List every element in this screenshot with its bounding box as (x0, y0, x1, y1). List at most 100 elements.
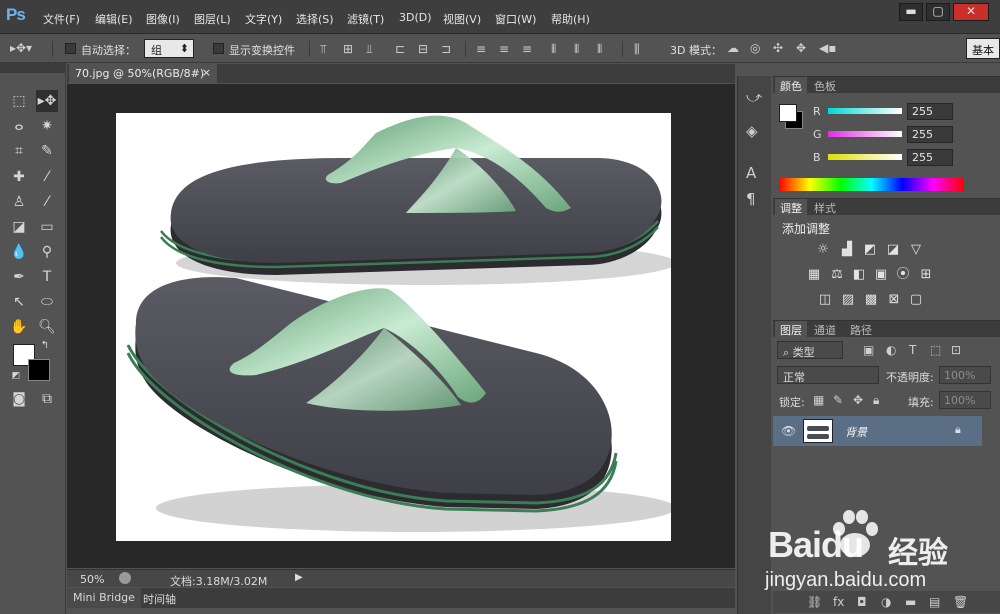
new-layer-icon[interactable]: ▤ (929, 595, 940, 609)
filter-adjustment-icon[interactable]: ◐ (886, 343, 896, 357)
character-panel-icon[interactable]: A (746, 164, 756, 182)
3d-orbit-icon[interactable]: ☁ (727, 41, 739, 55)
menu-file[interactable]: 文件(F) (43, 11, 80, 27)
layer-filter-dropdown[interactable]: ⌕ 类型 (777, 341, 843, 359)
image-canvas[interactable] (116, 113, 671, 541)
marquee-tool-icon[interactable]: ⬚ (8, 90, 30, 112)
link-layers-icon[interactable]: ⛓ (807, 595, 822, 609)
auto-select-checkbox[interactable] (65, 43, 76, 54)
status-menu-arrow-icon[interactable]: ▶ (295, 572, 303, 583)
green-slider[interactable] (828, 131, 902, 137)
blue-slider[interactable] (828, 154, 902, 160)
lock-all-icon[interactable]: 🔒︎ (873, 393, 879, 408)
3d-panel-icon[interactable]: ◈ (746, 122, 758, 140)
align-vcenter-icon[interactable]: ⊞ (343, 42, 353, 56)
red-slider[interactable] (828, 108, 902, 114)
channel-mixer-icon[interactable]: ⦿ (895, 268, 911, 282)
add-mask-icon[interactable]: ◘ (857, 595, 867, 609)
menu-help[interactable]: 帮助(H) (551, 11, 590, 27)
hand-tool-icon[interactable]: ✋ (8, 316, 30, 338)
clone-stamp-tool-icon[interactable]: ♙ (8, 191, 30, 213)
swap-colors-icon[interactable]: ↰ (38, 339, 52, 353)
align-top-icon[interactable]: ⫪ (320, 42, 327, 57)
filter-shape-icon[interactable]: ⬚ (930, 343, 941, 357)
menu-edit[interactable]: 编辑(E) (95, 11, 133, 27)
opacity-input[interactable]: 100% (939, 366, 991, 384)
filter-type-icon[interactable]: T (909, 343, 916, 357)
distribute-right-icon[interactable]: ⦀ (597, 42, 602, 57)
tab-color[interactable]: 颜色 (775, 77, 807, 93)
color-spectrum-ramp[interactable] (779, 178, 964, 191)
3d-pan-icon[interactable]: ✣ (773, 41, 783, 55)
status-info-icon[interactable] (119, 572, 131, 584)
threshold-icon[interactable]: ▩ (863, 293, 879, 307)
red-value-input[interactable]: 255 (907, 103, 953, 120)
gradient-map-icon[interactable]: ⊠ (886, 293, 902, 307)
lock-pixels-icon[interactable]: ✎ (833, 393, 843, 407)
document-tab[interactable]: 70.jpg @ 50%(RGB/8#) × (69, 64, 217, 83)
levels-icon[interactable]: ▟ (839, 243, 855, 257)
vibrance-icon[interactable]: ▽ (908, 243, 924, 257)
type-tool-icon[interactable]: T (36, 266, 58, 288)
menu-window[interactable]: 窗口(W) (495, 11, 536, 27)
brightness-contrast-icon[interactable]: ☼ (815, 243, 831, 257)
maximize-button[interactable]: ▢ (926, 3, 950, 21)
align-bottom-icon[interactable]: ⫫ (366, 42, 373, 57)
lock-position-icon[interactable]: ✥ (853, 393, 863, 407)
default-colors-icon[interactable]: ◩ (9, 369, 23, 383)
brush-tool-icon[interactable]: ⁄ (36, 166, 58, 188)
close-button[interactable]: ✕ (953, 3, 989, 21)
close-tab-icon[interactable]: × (202, 66, 211, 79)
lasso-tool-icon[interactable]: ⴰ (8, 115, 30, 137)
path-selection-tool-icon[interactable]: ↖ (8, 291, 30, 313)
show-transform-checkbox[interactable] (213, 43, 224, 54)
invert-icon[interactable]: ◫ (817, 293, 833, 307)
move-tool-icon[interactable]: ▸✥ (36, 90, 58, 112)
menu-3d[interactable]: 3D(D) (399, 11, 432, 24)
distribute-top-icon[interactable]: ≡ (476, 42, 486, 56)
gradient-tool-icon[interactable]: ▭ (36, 216, 58, 238)
layer-name[interactable]: 背景 (845, 424, 867, 440)
blend-mode-dropdown[interactable]: 正常 (777, 366, 879, 384)
tab-paths[interactable]: 路径 (845, 321, 877, 337)
tab-mini-bridge[interactable]: Mini Bridge (67, 588, 141, 608)
healing-brush-tool-icon[interactable]: ✚ (8, 166, 30, 188)
3d-roll-icon[interactable]: ◎ (750, 41, 760, 55)
filter-pixel-icon[interactable]: ▣ (863, 343, 874, 357)
align-left-icon[interactable]: ⊏ (395, 42, 405, 56)
black-white-icon[interactable]: ◧ (851, 268, 867, 282)
menu-select[interactable]: 选择(S) (296, 11, 334, 27)
3d-slide-icon[interactable]: ✥ (796, 41, 806, 55)
zoom-level[interactable]: 50% (80, 573, 104, 586)
new-group-icon[interactable]: ▬ (905, 595, 916, 609)
background-color-swatch[interactable] (28, 359, 50, 381)
align-hcenter-icon[interactable]: ⊟ (418, 42, 428, 56)
quick-mask-icon[interactable]: ◙ (8, 388, 30, 410)
new-adjustment-layer-icon[interactable]: ◑ (881, 595, 891, 609)
workspace-button[interactable]: 基本 (966, 38, 1000, 59)
menu-image[interactable]: 图像(I) (146, 11, 180, 27)
eyedropper-tool-icon[interactable]: ✎ (36, 140, 58, 162)
color-lookup-icon[interactable]: ⊞ (918, 268, 934, 282)
crop-tool-icon[interactable]: ⌗ (8, 140, 30, 162)
document-canvas-area[interactable] (67, 84, 735, 568)
blur-tool-icon[interactable]: 💧 (8, 241, 30, 263)
tab-layers[interactable]: 图层 (775, 321, 807, 337)
dodge-tool-icon[interactable]: ⚲ (36, 241, 58, 263)
distribute-bottom-icon[interactable]: ≡ (522, 42, 532, 56)
eraser-tool-icon[interactable]: ◪ (8, 216, 30, 238)
tab-timeline[interactable]: 时间轴 (137, 588, 182, 608)
blue-value-input[interactable]: 255 (907, 149, 953, 166)
magic-wand-tool-icon[interactable]: ✷ (36, 115, 58, 137)
lock-transparency-icon[interactable]: ▦ (813, 393, 824, 407)
exposure-icon[interactable]: ◪ (885, 243, 901, 257)
layer-row[interactable]: 👁︎ 背景 🔒︎ (773, 416, 982, 446)
menu-filter[interactable]: 滤镜(T) (347, 11, 384, 27)
photo-filter-icon[interactable]: ▣ (873, 268, 889, 282)
minimize-button[interactable]: ▬ (899, 3, 923, 21)
paragraph-panel-icon[interactable]: ¶ (746, 190, 756, 208)
tab-channels[interactable]: 通道 (809, 321, 841, 337)
tab-swatches[interactable]: 色板 (809, 77, 841, 93)
move-tool-preset-icon[interactable]: ▸✥▾ (6, 41, 36, 55)
screen-mode-icon[interactable]: ⧉ (36, 388, 58, 410)
